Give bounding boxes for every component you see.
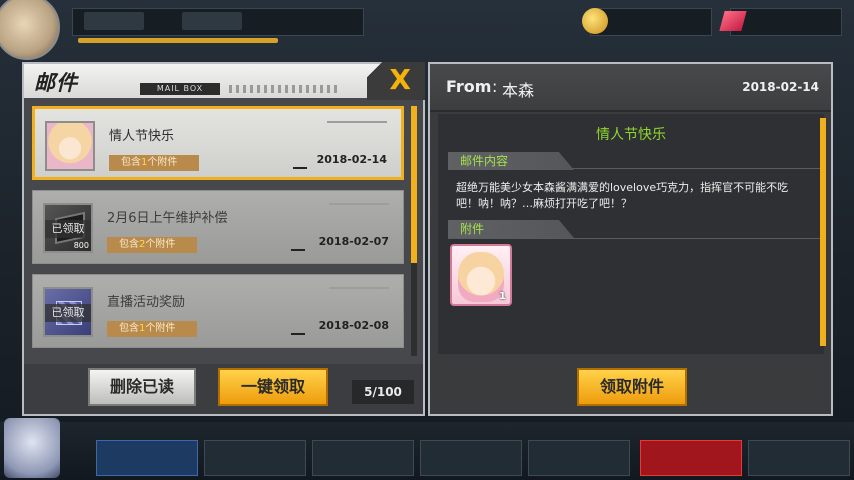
valentine-girl-thumb (45, 121, 95, 171)
delete-read-button[interactable]: 删除已读 (88, 368, 196, 406)
mail-list-panel: 邮件 MAIL BOX X 情人节快乐 包含1个附件 2018-02-14 已领… (22, 62, 425, 416)
mail-count: 5/100 (352, 380, 414, 404)
thumb-quantity: 800 (73, 241, 89, 250)
attachment-prefix: 包含 (121, 157, 141, 168)
girl-portrait-icon (458, 252, 504, 302)
attachment-badge: 包含2个附件 (107, 237, 197, 253)
adjutant-portrait[interactable] (4, 418, 60, 478)
nav-button-1[interactable] (96, 440, 198, 476)
mail-item[interactable]: 情人节快乐 包含1个附件 2018-02-14 (32, 106, 404, 180)
nav-button-3[interactable] (312, 440, 414, 476)
supply-box-thumb: 已领取 800 (43, 203, 93, 253)
detail-date: 2018-02-14 (742, 80, 819, 94)
mail-subject: 情人节快乐 (109, 129, 175, 144)
nav-button-7[interactable] (748, 440, 850, 476)
girl-portrait-icon (47, 123, 93, 169)
attachment-suffix: 个附件 (145, 239, 176, 250)
detail-subject: 情人节快乐 (596, 127, 666, 143)
decor-line (329, 203, 389, 205)
claimed-stamp: 已领取 (45, 304, 91, 322)
mail-list: 情人节快乐 包含1个附件 2018-02-14 已领取 800 2月6日上午维护… (32, 106, 406, 356)
attachment-prefix: 包含 (119, 239, 139, 250)
attachment-badge: 包含1个附件 (109, 155, 199, 171)
sender-name: 本森 (502, 81, 535, 100)
detail-header: From : 本森 2018-02-14 (430, 64, 831, 112)
mail-panel-header: 邮件 MAIL BOX (24, 64, 423, 98)
mail-detail-panel: From : 本森 2018-02-14 情人节快乐 邮件内容 附件 超绝万能美… (428, 62, 833, 416)
mail-panel-title: 邮件 (34, 71, 78, 95)
exp-bar (78, 38, 278, 43)
claim-all-button[interactable]: 一键领取 (218, 368, 328, 406)
detail-body: 情人节快乐 邮件内容 附件 (438, 114, 824, 354)
gift-package-thumb: 已领取 (43, 287, 93, 337)
reward-quantity: 1 (499, 291, 506, 302)
nav-button-4[interactable] (420, 440, 522, 476)
gem-counter (730, 8, 842, 36)
nav-button-5[interactable] (528, 440, 630, 476)
player-rank-box (182, 12, 242, 30)
mail-item[interactable]: 已领取 直播活动奖励 包含1个附件 2018-02-08 (32, 274, 404, 348)
from-separator: : (492, 77, 498, 96)
player-avatar[interactable] (0, 0, 60, 60)
mail-date: 2018-02-14 (316, 153, 387, 166)
mailbox-subtitle: MAIL BOX (140, 83, 220, 95)
claim-attachment-button[interactable]: 领取附件 (577, 368, 687, 406)
decor-line (329, 287, 389, 289)
attachment-badge: 包含1个附件 (107, 321, 197, 337)
coin-counter (590, 8, 712, 36)
mail-item[interactable]: 已领取 800 2月6日上午维护补偿 包含2个附件 2018-02-07 (32, 190, 404, 264)
close-button[interactable]: X (367, 62, 425, 100)
mail-date: 2018-02-07 (318, 235, 389, 248)
player-level-box (84, 12, 144, 30)
from-label: From (446, 77, 492, 96)
attachment-suffix: 个附件 (147, 157, 178, 168)
nav-button-6[interactable] (640, 440, 742, 476)
decor-dash (291, 249, 305, 251)
header-stripes (229, 85, 339, 93)
claimed-stamp: 已领取 (45, 220, 91, 238)
mail-list-scroll-thumb[interactable] (411, 106, 417, 263)
attachment-section-tab: 附件 (448, 220, 574, 238)
attachment-prefix: 包含 (119, 323, 139, 334)
detail-scroll-thumb[interactable] (820, 118, 826, 346)
mail-content-text: 超绝万能美少女本森酱满满爱的lovelove巧克力，指挥官不可能不吃吧！呐！呐？… (456, 181, 789, 210)
content-section-tab: 邮件内容 (448, 152, 574, 170)
decor-line (327, 121, 387, 123)
coin-icon (582, 8, 608, 34)
mail-subject: 直播活动奖励 (107, 295, 186, 310)
nav-button-2[interactable] (204, 440, 306, 476)
decor-dash (293, 167, 307, 169)
section-divider (448, 238, 820, 239)
reward-item[interactable]: 1 (450, 244, 512, 306)
mail-subject: 2月6日上午维护补偿 (107, 211, 228, 226)
mail-date: 2018-02-08 (318, 319, 389, 332)
decor-dash (291, 333, 305, 335)
attachment-suffix: 个附件 (145, 323, 176, 334)
